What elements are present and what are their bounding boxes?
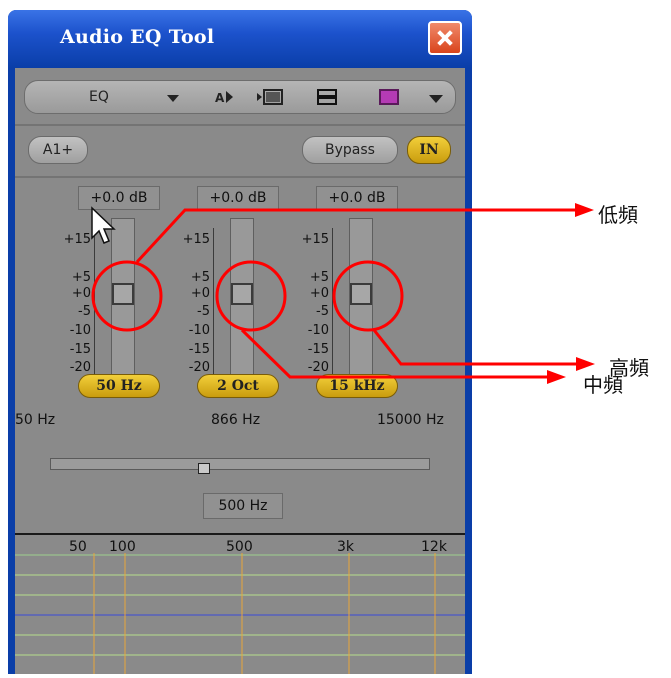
arrowhead-icon (547, 370, 566, 384)
low-callout-line (135, 208, 575, 264)
low-band-highlight-circle (91, 260, 163, 332)
mid-frequency-callout: 中頻 (583, 373, 623, 397)
mid-band-highlight-circle (215, 260, 287, 332)
annotation-overlay (91, 203, 595, 384)
high-callout-line (372, 329, 576, 366)
low-frequency-callout: 低頻 (598, 203, 638, 227)
arrowhead-icon (575, 203, 594, 217)
high-band-highlight-circle (332, 260, 404, 332)
